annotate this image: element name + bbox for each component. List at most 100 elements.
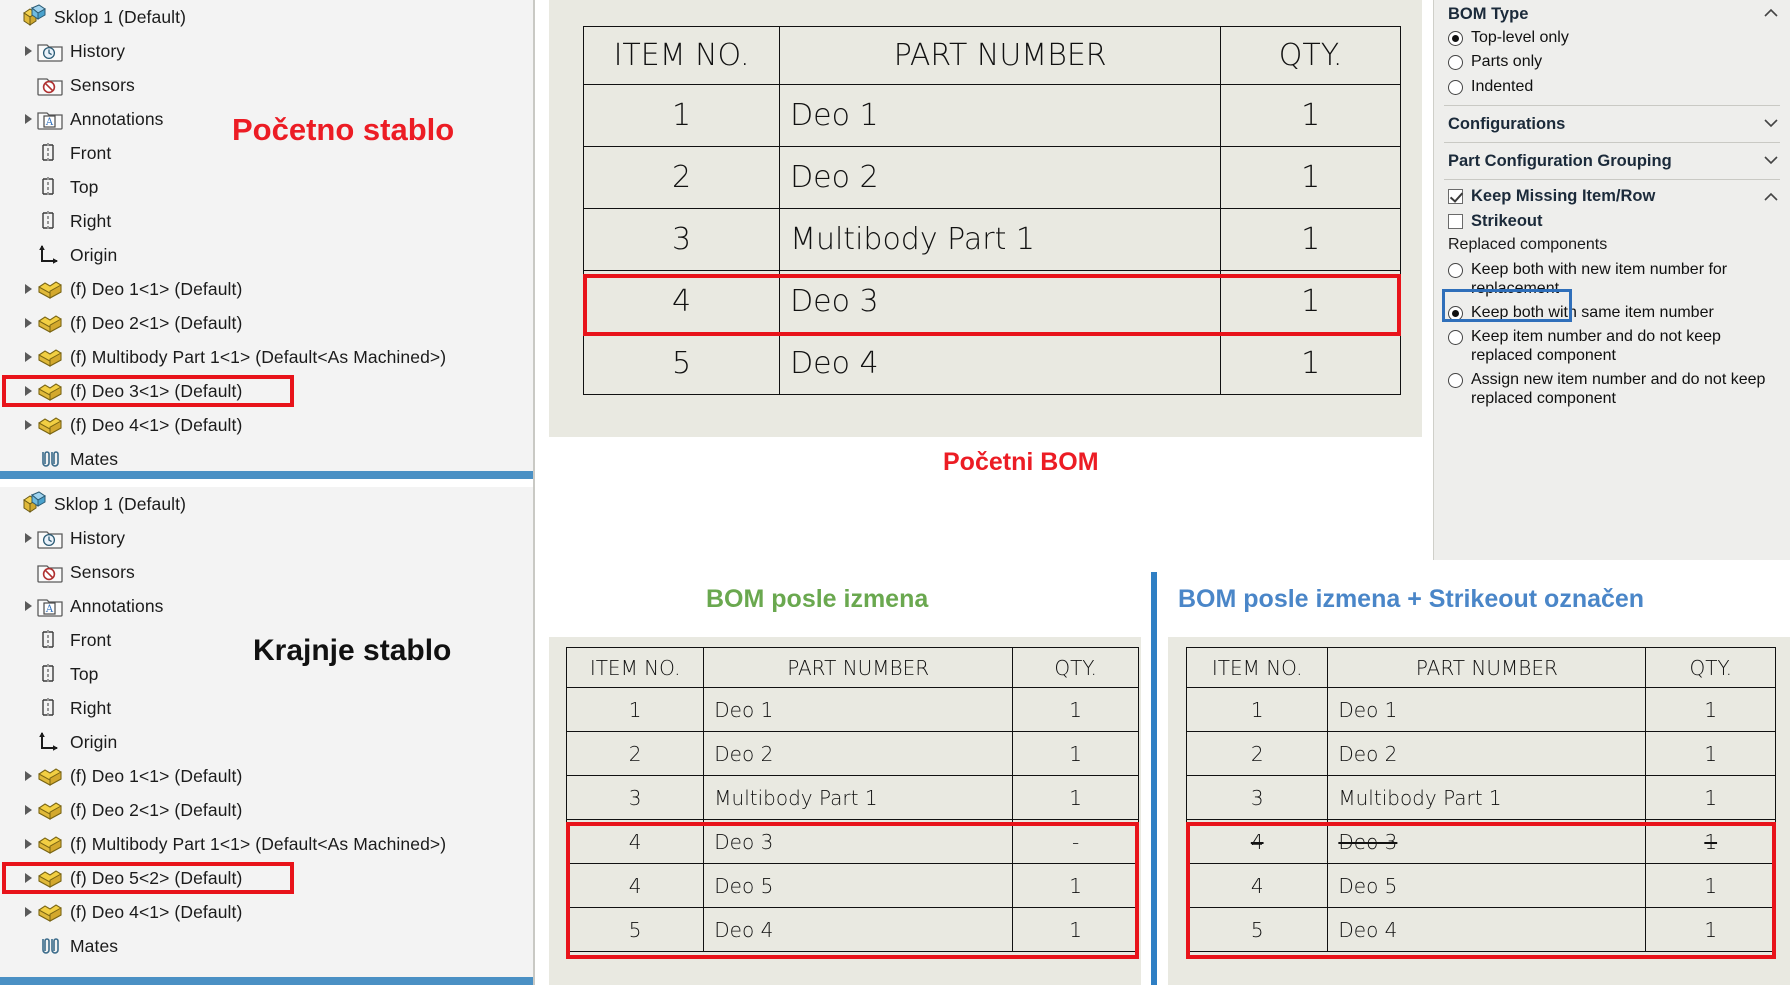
table-row[interactable]: 1 Deo 11 [582,84,1401,147]
tree-item-initial-5[interactable]: Top [0,170,533,204]
expand-arrow-icon[interactable] [22,340,36,374]
radio-option-replaced-3[interactable]: Assign new item number and do not keep r… [1434,368,1790,411]
radio-option-label: Keep both with same item number [1471,303,1714,321]
checkbox-icon[interactable] [1448,189,1463,205]
radio-button-icon[interactable] [1448,263,1463,279]
table-row[interactable]: 5 Deo 41 [582,332,1401,395]
radio-button-icon[interactable] [1448,330,1463,346]
checkbox-icon[interactable] [1448,214,1463,230]
chevron-down-icon[interactable] [1764,155,1778,165]
tree-item-final-12[interactable]: (f) Deo 4<1> (Default) [0,895,533,929]
tree-item-final-11[interactable]: (f) Deo 5<2> (Default) [0,861,533,895]
expand-arrow-icon[interactable] [22,306,36,340]
keep-missing-item-row-checkbox-row[interactable]: Keep Missing Item/Row [1434,184,1790,209]
radio-button-icon[interactable] [1448,305,1463,321]
radio-option-replaced-2[interactable]: Keep item number and do not keep replace… [1434,325,1790,368]
cell-qty: 1 [1012,907,1139,952]
table-row[interactable]: 2 Deo 21 [565,731,1139,776]
table-row[interactable]: 5 Deo 41 [565,907,1139,952]
chevron-up-icon[interactable] [1764,8,1778,18]
tree-item-final-6[interactable]: Right [0,691,533,725]
mates-icon [36,446,64,472]
expand-arrow-icon[interactable] [22,272,36,306]
plane-icon [36,661,64,687]
tree-item-initial-11[interactable]: (f) Deo 3<1> (Default) [0,374,533,408]
tree-item-final-1[interactable]: History [0,521,533,555]
tree-item-final-3[interactable]: A Annotations [0,589,533,623]
radio-button-icon[interactable] [1448,79,1463,95]
bom-property-panel[interactable]: BOM Type Top-level only Parts only Indente… [1433,0,1790,560]
tree-item-initial-2[interactable]: Sensors [0,68,533,102]
tree-item-initial-0[interactable]: Sklop 1 (Default) [0,0,533,34]
table-row[interactable]: 4 Deo 31 [1185,819,1776,864]
cell-item-no: 4 [1185,863,1329,908]
chevron-up-icon[interactable] [1764,192,1778,202]
radio-option-bom-type-0[interactable]: Top-level only [1434,26,1790,50]
tree-item-initial-7[interactable]: Origin [0,238,533,272]
expand-arrow-icon[interactable] [22,895,36,929]
configurations-header[interactable]: Configurations [1434,110,1790,136]
radio-option-bom-type-1[interactable]: Parts only [1434,50,1790,74]
plane-icon [36,208,64,234]
expand-arrow-icon[interactable] [22,827,36,861]
chevron-down-icon[interactable] [1764,118,1778,128]
table-row[interactable]: 1 Deo 11 [565,687,1139,732]
cell-part-number: Deo 1 [779,84,1222,147]
tree-item-initial-12[interactable]: (f) Deo 4<1> (Default) [0,408,533,442]
bom-type-options[interactable]: Top-level only Parts only Indented [1434,26,1790,99]
radio-option-replaced-0[interactable]: Keep both with new item number for repla… [1434,258,1790,301]
tree-item-final-2[interactable]: Sensors [0,555,533,589]
table-row[interactable]: 3 Multibody Part 11 [1185,775,1776,820]
table-row[interactable]: 3 Multibody Part 11 [565,775,1139,820]
initial-bom-table[interactable]: ITEM NO. PART NUMBER QTY. 1 Deo 1 1 2 Deo 2 1 3 Mu… [582,26,1401,395]
expand-arrow-icon[interactable] [22,521,36,555]
tree-item-final-13[interactable]: Mates [0,929,533,963]
tree-item-initial-1[interactable]: History [0,34,533,68]
radio-option-replaced-1[interactable]: Keep both with same item number [1434,301,1790,325]
table-row[interactable]: 3 Multibody Part 11 [582,208,1401,271]
panel-edge-divider [533,0,535,985]
tree-item-final-7[interactable]: Origin [0,725,533,759]
table-row[interactable]: 4 Deo 3- [565,819,1139,864]
table-row[interactable]: 2 Deo 21 [1185,731,1776,776]
table-row[interactable]: 4 Deo 51 [1185,863,1776,908]
table-row[interactable]: 4 Deo 51 [565,863,1139,908]
table-row[interactable]: 1 Deo 11 [1185,687,1776,732]
radio-button-icon[interactable] [1448,31,1463,46]
part-configuration-grouping-header[interactable]: Part Configuration Grouping [1434,147,1790,173]
expand-arrow-icon[interactable] [22,861,36,895]
expand-arrow-icon[interactable] [22,374,36,408]
expand-arrow-icon[interactable] [22,34,36,68]
table-header-row: ITEM NO. PART NUMBER QTY. [582,26,1401,85]
table-row[interactable]: 5 Deo 41 [1185,907,1776,952]
tree-item-initial-10[interactable]: (f) Multibody Part 1<1> (Default<As Mach… [0,340,533,374]
cell-item-no: 2 [565,731,705,776]
expand-arrow-icon[interactable] [22,793,36,827]
bom-after-strikeout-table[interactable]: ITEM NO. PART NUMBER QTY. 1 Deo 1 1 2 Deo 2 1 3 Mu… [1185,647,1776,952]
radio-option-bom-type-2[interactable]: Indented [1434,75,1790,99]
cell-item-no: 5 [1185,907,1329,952]
table-row[interactable]: 4 Deo 31 [582,270,1401,333]
expand-arrow-icon[interactable] [22,408,36,442]
radio-button-icon[interactable] [1448,55,1463,71]
part-icon [36,276,64,302]
replaced-components-options[interactable]: Keep both with new item number for repla… [1434,256,1790,411]
tree-item-final-10[interactable]: (f) Multibody Part 1<1> (Default<As Mach… [0,827,533,861]
table-row[interactable]: 2 Deo 21 [582,146,1401,209]
tree-item-initial-6[interactable]: Right [0,204,533,238]
bom-after-table[interactable]: ITEM NO. PART NUMBER QTY. 1 Deo 1 1 2 Deo 2 1 3 Mu… [565,647,1139,952]
tree-item-final-0[interactable]: Sklop 1 (Default) [0,487,533,521]
radio-button-icon[interactable] [1448,373,1463,389]
tree-item-final-8[interactable]: (f) Deo 1<1> (Default) [0,759,533,793]
tree-item-initial-9[interactable]: (f) Deo 2<1> (Default) [0,306,533,340]
expand-arrow-icon[interactable] [22,759,36,793]
strikeout-checkbox-row[interactable]: Strikeout [1434,209,1790,234]
feature-tree-final[interactable]: Sklop 1 (Default) History Sensors A Anno… [0,487,533,985]
tree-item-final-9[interactable]: (f) Deo 2<1> (Default) [0,793,533,827]
feature-tree-initial[interactable]: Sklop 1 (Default) History Sensors A Anno… [0,0,533,479]
expand-arrow-icon[interactable] [22,102,36,136]
tree-item-label: Sensors [70,561,135,582]
expand-arrow-icon[interactable] [22,589,36,623]
tree-item-initial-8[interactable]: (f) Deo 1<1> (Default) [0,272,533,306]
